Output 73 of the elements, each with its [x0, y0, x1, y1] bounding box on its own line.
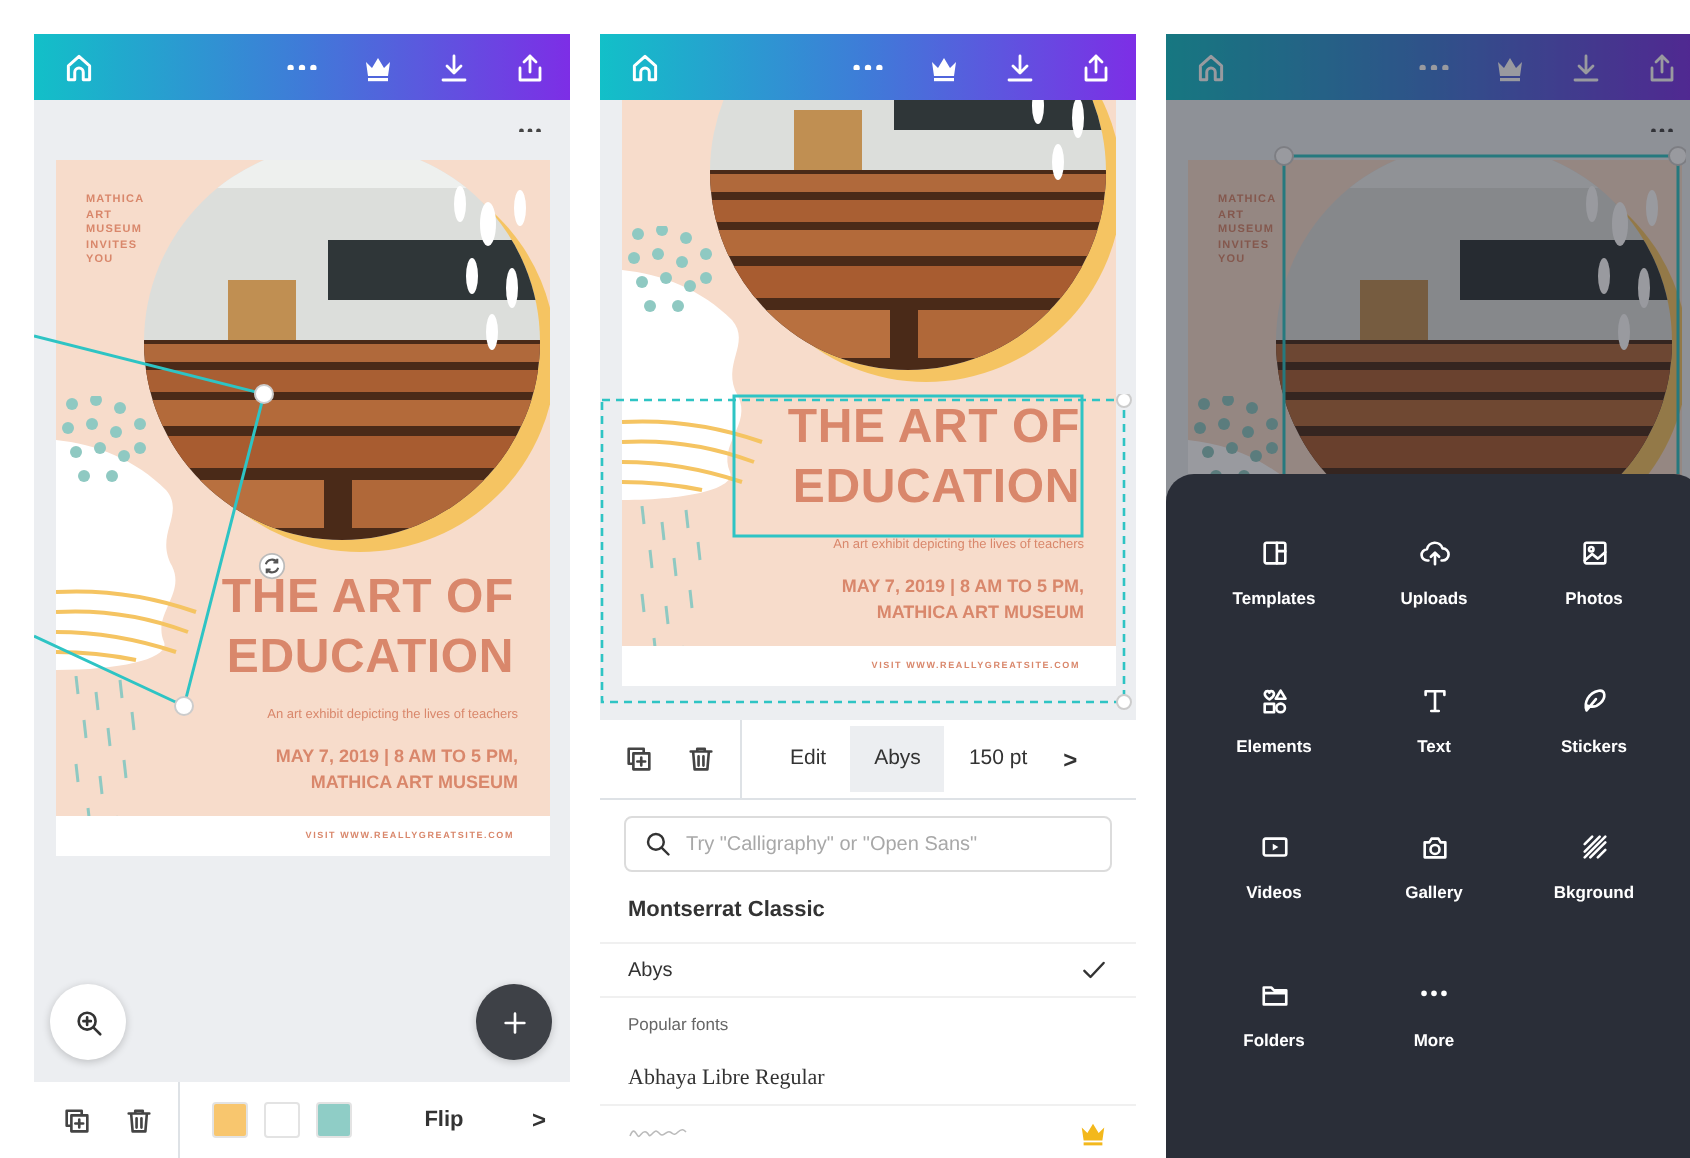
menu-item[interactable]: Stickers: [1514, 685, 1674, 759]
more-icon: [518, 127, 542, 133]
share-icon: [1646, 51, 1678, 83]
more-icon: [1420, 990, 1448, 998]
poster-title: EDUCATION: [226, 628, 514, 689]
download-icon: [1570, 51, 1602, 83]
templates-icon: [1259, 538, 1289, 568]
check-icon: [1080, 956, 1108, 984]
dots-drawing: [60, 396, 152, 488]
menu-item[interactable]: Folders: [1194, 979, 1354, 1053]
zoom-button[interactable]: [50, 984, 126, 1060]
rotate-handle-icon[interactable]: [258, 552, 286, 580]
home-icon: [628, 50, 662, 84]
copy-icon: [62, 1105, 92, 1135]
home-icon: [62, 50, 96, 84]
zoom-in-icon: [73, 1007, 103, 1037]
font-preview-drawing: [628, 1124, 688, 1140]
lines-drawing: [56, 584, 200, 664]
hatch-icon: [1579, 832, 1609, 862]
toolbar-tab[interactable]: Abys: [850, 725, 945, 793]
search-field[interactable]: Try "Calligraphy" or "Open Sans": [624, 816, 1112, 872]
list-heading: Montserrat Classic: [628, 896, 825, 927]
home-icon: [1194, 50, 1228, 84]
leaf-icon: [1579, 685, 1609, 715]
share-icon: [514, 51, 546, 83]
color-swatch[interactable]: [264, 1102, 300, 1138]
date-text: MAY 7, 2019 | 8 AM TO 5 PM,: [273, 744, 518, 770]
menu-item[interactable]: Uploads: [1354, 538, 1514, 612]
copy-icon: [624, 744, 654, 774]
menu-item[interactable]: Elements: [1194, 685, 1354, 759]
share-icon: [1080, 51, 1112, 83]
search-icon: [644, 830, 672, 858]
menu-item[interactable]: More: [1354, 979, 1514, 1053]
more-icon: [852, 63, 884, 71]
date-text: MATHICA ART MUSEUM: [308, 770, 518, 796]
more-icon: [286, 63, 318, 71]
video-icon: [1259, 832, 1289, 862]
poster-title: THE ART OF: [787, 398, 1080, 459]
more-icon: [1650, 127, 1674, 133]
poster-title: THE ART OF: [221, 568, 514, 629]
toolbar-tab[interactable]: Edit: [766, 725, 851, 793]
add-button[interactable]: [476, 984, 552, 1060]
flip-button[interactable]: Flip: [404, 1095, 484, 1145]
lines-drawing: [622, 414, 766, 494]
menu-item[interactable]: Templates: [1194, 538, 1354, 612]
download-icon: [438, 51, 470, 83]
font-item[interactable]: Abys: [628, 944, 1108, 996]
trash-icon: [686, 744, 716, 774]
date-text: MAY 7, 2019 | 8 AM TO 5 PM,: [839, 574, 1084, 600]
dots-drawing: [626, 226, 718, 318]
date-text: MATHICA ART MUSEUM: [874, 600, 1084, 626]
photo-icon: [1579, 538, 1609, 568]
trash-icon: [124, 1105, 154, 1135]
text-icon: [1419, 685, 1449, 715]
next-button[interactable]: >: [519, 1098, 558, 1142]
color-swatch[interactable]: [316, 1102, 352, 1138]
download-icon: [1004, 51, 1036, 83]
font-item[interactable]: Abhaya Libre Regular: [628, 1052, 1108, 1104]
more-icon: [1418, 63, 1450, 71]
section-label: Popular fonts: [628, 1012, 729, 1038]
next-button[interactable]: >: [1051, 737, 1090, 781]
menu-item[interactable]: Gallery: [1354, 832, 1514, 906]
menu-item[interactable]: Videos: [1194, 832, 1354, 906]
shapes-icon: [1259, 685, 1289, 715]
color-swatch[interactable]: [212, 1102, 248, 1138]
toolbar-tab[interactable]: 150 pt: [944, 725, 1052, 793]
menu-item[interactable]: Photos: [1514, 538, 1674, 612]
poster-title: EDUCATION: [792, 458, 1080, 519]
menu-item[interactable]: Text: [1354, 685, 1514, 759]
plus-icon: [499, 1007, 529, 1037]
menu-item[interactable]: Bkground: [1514, 832, 1674, 906]
upload-icon: [1419, 538, 1449, 568]
camera-icon: [1419, 832, 1449, 862]
